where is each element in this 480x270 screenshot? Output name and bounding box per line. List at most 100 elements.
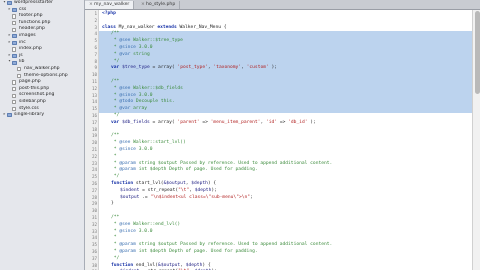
file-tree[interactable]: ▾ wordpressstarter ▸ css footer.php functions… <box>0 0 85 270</box>
code-line[interactable]: 33 * @since 3.0.0 <box>85 229 480 236</box>
code-text: function start_lvl(&$output, $depth) { <box>111 181 216 188</box>
tree-folder[interactable]: ▸ images <box>0 33 84 40</box>
code-line[interactable]: 6 * @since 3.0.0 <box>85 45 480 52</box>
file-icon <box>12 93 16 98</box>
file-icon <box>12 86 16 92</box>
selection-highlight <box>99 106 472 113</box>
code-line[interactable]: 30 <box>85 208 480 215</box>
line-number: 27 <box>91 187 97 193</box>
code-line[interactable]: 29} <box>85 201 480 208</box>
tab-bar: ×my_nav_walker ×ho_style.php <box>85 0 480 10</box>
code-token: 3.0.0 <box>135 92 153 98</box>
folder-icon <box>7 113 12 118</box>
code-line[interactable]: 31 /** <box>85 215 480 222</box>
code-token: @param <box>119 167 136 173</box>
tab-my-nav-walker[interactable]: ×my_nav_walker <box>85 1 135 9</box>
file-icon <box>12 27 16 32</box>
line-number: 2 <box>94 17 97 23</box>
code-line[interactable]: 16 */ <box>85 113 480 120</box>
code-text: var $tree_type = array( 'post_type', 'ta… <box>111 65 277 72</box>
code-line[interactable]: 37 */ <box>85 256 480 263</box>
code-text: * <box>111 154 117 161</box>
code-token: ); <box>211 187 217 193</box>
code-token: * <box>111 235 117 241</box>
file-icon <box>12 80 16 85</box>
code-token: @var <box>119 51 131 57</box>
code-line[interactable]: 24 * @param int $depth Depth of page. Us… <box>85 167 480 174</box>
tree-file[interactable]: post-this.php <box>0 86 84 93</box>
tree-item-label: css <box>19 6 27 12</box>
tab-ho-style[interactable]: ×ho_style.php <box>137 1 181 9</box>
code-text: * @since 3.0.0 <box>111 45 153 52</box>
tree-folder[interactable]: ▾ wordpressstarter <box>0 0 84 7</box>
code-line[interactable]: 20 * @see Walker::start_lvl() <box>85 140 480 147</box>
code-line[interactable]: 18 <box>85 127 480 134</box>
folder-icon <box>12 53 17 59</box>
code-token: /** <box>111 79 120 84</box>
tree-item-label: js <box>19 52 23 58</box>
tree-file[interactable]: screenshot.png <box>0 92 84 99</box>
code-line[interactable]: 28 $output .= "\n$indent<ul class=\"sub-m… <box>85 195 480 202</box>
code-text: /** <box>111 79 119 86</box>
code-token: string $output Passed by reference. Used… <box>135 242 333 248</box>
line-number: 33 <box>91 228 97 234</box>
code-line[interactable]: 22 * <box>85 154 480 161</box>
file-icon <box>12 14 16 19</box>
tree-file[interactable]: index.php <box>0 46 84 53</box>
code-token: $output <box>120 194 140 200</box>
tree-folder[interactable]: ▾ lib <box>0 59 84 66</box>
code-token: 'taxonomy' <box>213 65 242 71</box>
code-line[interactable]: 21 * @since 3.0.0 <box>85 147 480 154</box>
tree-folder[interactable]: ▸ single-library <box>0 112 84 119</box>
code-line[interactable]: 17 var $db_fields = array( 'parent' => 'm… <box>85 120 480 127</box>
code-line[interactable]: 9 var $tree_type = array( 'post_type', 't… <box>85 65 480 73</box>
code-token: $depth <box>191 181 208 186</box>
tree-file[interactable]: theme-options.php <box>0 73 84 80</box>
tree-file[interactable]: nav_walker.php <box>0 66 84 73</box>
tree-file[interactable]: sidebar.php <box>0 99 84 106</box>
code-line[interactable]: 35 * @param string $output Passed by ref… <box>85 242 480 249</box>
code-line[interactable]: 15 * @var array <box>85 106 480 113</box>
code-line[interactable]: 11 /** <box>85 79 480 86</box>
code-text: */ <box>111 174 120 181</box>
code-token: $db_fields <box>122 119 150 125</box>
code-line[interactable]: 27 $indent = str_repeat("\t", $depth); <box>85 188 480 195</box>
tree-file[interactable]: footer.php <box>0 13 84 20</box>
tree-file[interactable]: style.css <box>0 106 84 113</box>
tree-item-label: wordpressstarter <box>14 0 54 5</box>
tree-file[interactable]: functions.php <box>0 20 84 27</box>
code-line[interactable]: 2 <box>85 18 480 25</box>
line-number: 25 <box>91 174 97 180</box>
tree-folder[interactable]: ▸ js <box>0 53 84 60</box>
code-token: @param <box>119 160 136 166</box>
code-text: */ <box>111 256 120 263</box>
code-token: @see <box>119 85 131 91</box>
code-line[interactable]: 10 <box>85 72 480 79</box>
code-editor[interactable]: 1 <?php 2 3 class My_nav_walker extends Walk… <box>85 10 480 270</box>
code-line[interactable]: 12 * @see Walker::$db_fields <box>85 85 480 93</box>
tree-folder[interactable]: ▸ inc <box>0 40 84 47</box>
code-line[interactable]: 1 <?php <box>85 11 480 18</box>
folder-icon <box>12 60 17 65</box>
tree-folder[interactable]: ▸ css <box>0 7 84 14</box>
code-token: &$output <box>158 262 181 268</box>
code-text: * @see Walker::start_lvl() <box>111 140 186 147</box>
code-line[interactable]: 26 function start_lvl(&$output, $depth) { <box>85 181 480 188</box>
code-line[interactable]: 3 class My_nav_walker extends Walker_Nav_… <box>85 25 480 32</box>
line-number: 32 <box>91 221 97 227</box>
code-line[interactable]: 36 * @param int $depth Depth of page. Us… <box>85 249 480 256</box>
code-line[interactable]: 7 * @var string <box>85 51 480 59</box>
line-number: 11 <box>91 79 97 84</box>
line-number: 3 <box>94 24 97 30</box>
tree-file[interactable]: page.php <box>0 79 84 86</box>
tree-file[interactable]: header.php <box>0 26 84 33</box>
code-line[interactable]: 32 * @see Walker::end_lvl() <box>85 222 480 229</box>
code-line[interactable]: 25 */ <box>85 174 480 181</box>
code-line[interactable]: 5 * @see Walker::$tree_type <box>85 38 480 45</box>
code-token: } <box>111 201 114 207</box>
code-token: My_nav_walker <box>118 24 155 30</box>
code-token: &$output <box>163 181 186 186</box>
code-token: ); <box>268 65 278 71</box>
tree-item-label: index.php <box>19 46 42 52</box>
code-text: * @var string <box>111 52 150 59</box>
